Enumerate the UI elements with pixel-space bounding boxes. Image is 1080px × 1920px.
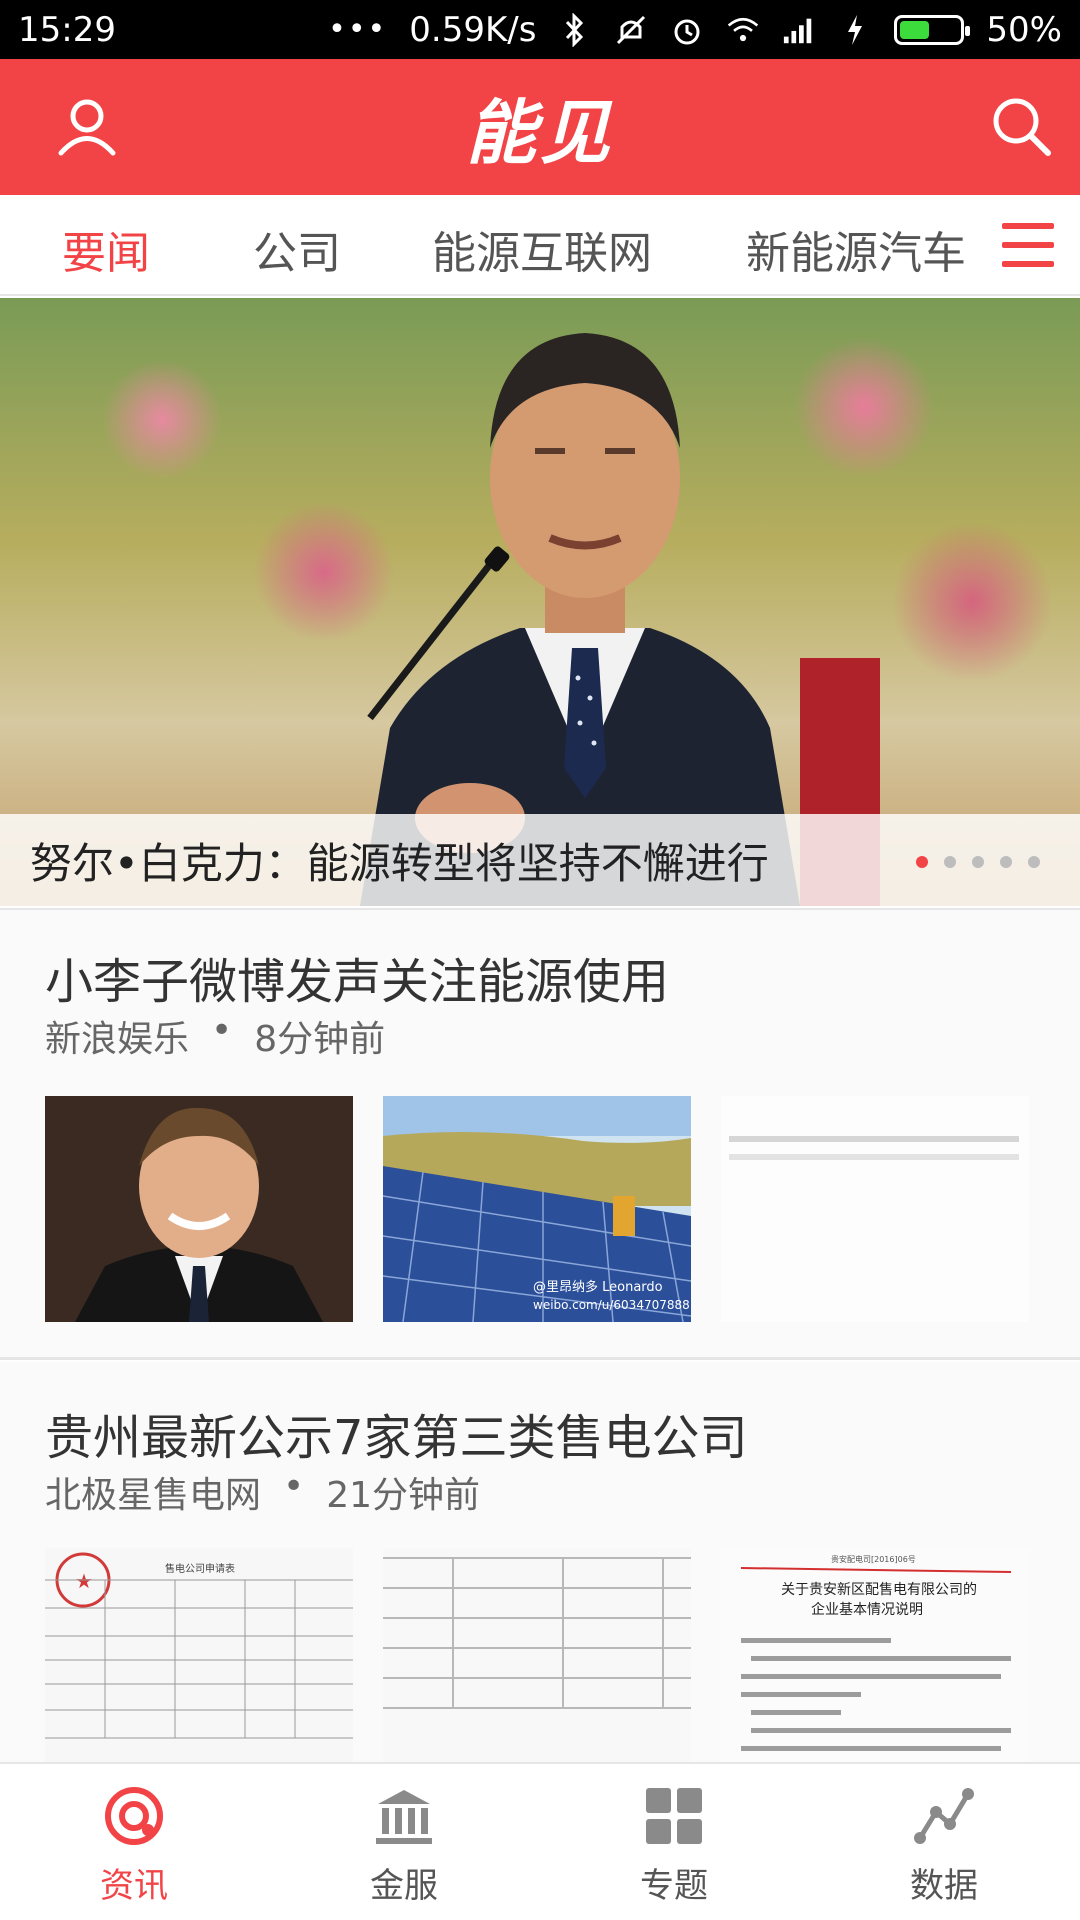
search-button[interactable]: [986, 91, 1056, 161]
tab-company[interactable]: 公司: [253, 217, 341, 281]
search-icon: [993, 98, 1051, 156]
nav-label: 数据: [910, 1866, 978, 1906]
portrait-photo: [45, 1096, 353, 1322]
app-logo: 能见: [466, 91, 614, 174]
category-tabs: 要闻 公司 能源互联网 新能源汽车: [0, 195, 1080, 296]
news-time: 8分钟前: [254, 1019, 386, 1060]
news-title[interactable]: 小李子微博发声关注能源使用: [45, 942, 669, 1012]
status-time: 15:29: [18, 9, 116, 50]
table-document-photo: [383, 1548, 691, 1774]
bluetooth-icon: [558, 12, 592, 47]
alarm-icon: [670, 13, 704, 47]
more-dots: •••: [328, 12, 388, 47]
form-heading: 售电公司申请表: [165, 1562, 235, 1575]
meta-separator: •: [283, 1466, 305, 1507]
carousel-dot: [972, 856, 984, 868]
mute-icon: [614, 13, 648, 47]
nav-finance[interactable]: 金服: [324, 1784, 484, 1914]
hamburger-menu-icon[interactable]: [1002, 219, 1054, 271]
letter-number: 贵安配电司[2016]06号: [831, 1554, 916, 1564]
news-source: 北极星售电网: [45, 1475, 262, 1516]
news-feed-icon: [105, 1787, 163, 1845]
nav-label: 资讯: [100, 1866, 168, 1906]
nav-news[interactable]: 资讯: [54, 1784, 214, 1914]
news-meta: 北极星售电网 • 21分钟前: [45, 1466, 480, 1518]
solar-panel-photo: @里昂纳多 Leonardo weibo.com/u/6034707888: [383, 1096, 691, 1322]
svg-text:★: ★: [75, 1569, 93, 1593]
charging-icon: [838, 13, 872, 47]
wifi-icon: [726, 13, 760, 47]
carousel-indicator: [916, 856, 1040, 868]
nav-data[interactable]: 数据: [864, 1784, 1024, 1914]
bottom-navigation: 资讯 金服 专题 数据: [0, 1762, 1080, 1920]
text-document-photo: [721, 1096, 1029, 1322]
nav-label: 金服: [370, 1866, 438, 1906]
carousel-dot: [1028, 856, 1040, 868]
hero-caption: 努尔•白克力：能源转型将坚持不懈进行: [30, 838, 769, 888]
user-icon: [58, 99, 116, 156]
tab-headlines[interactable]: 要闻: [62, 217, 150, 281]
svg-text:@里昂纳多 Leonardo: @里昂纳多 Leonardo: [533, 1279, 663, 1295]
news-title[interactable]: 贵州最新公示7家第三类售电公司: [45, 1398, 748, 1468]
letter-title-line2: 企业基本情况说明: [811, 1601, 923, 1618]
app-header: 能见: [0, 59, 1080, 195]
official-letter-photo: 贵安配电司[2016]06号 关于贵安新区配售电有限公司的 企业基本情况说明: [721, 1548, 1029, 1774]
hero-carousel[interactable]: 努尔•白克力：能源转型将坚持不懈进行: [0, 298, 1080, 906]
news-thumbnails: ★ 售电公司申请表 贵安配电司[2016]06号 关于贵安新区配售电有限公司的 …: [45, 1548, 1029, 1774]
svg-text:weibo.com/u/6034707888: weibo.com/u/6034707888: [533, 1298, 690, 1312]
carousel-dot: [916, 856, 928, 868]
application-form-photo: ★ 售电公司申请表: [45, 1548, 353, 1774]
meta-separator: •: [211, 1010, 233, 1051]
letter-title-line1: 关于贵安新区配售电有限公司的: [781, 1582, 977, 1598]
carousel-dot: [1000, 856, 1012, 868]
battery-percent: 50%: [986, 9, 1062, 50]
nav-topics[interactable]: 专题: [594, 1784, 754, 1914]
status-bar: 15:29 ••• 0.59K/s 50%: [0, 0, 1080, 59]
bank-icon: [376, 1790, 432, 1844]
profile-button[interactable]: [52, 91, 122, 161]
nav-label: 专题: [640, 1866, 708, 1906]
tab-energy-internet[interactable]: 能源互联网: [432, 217, 652, 281]
news-time: 21分钟前: [326, 1475, 481, 1516]
news-item[interactable]: 贵州最新公示7家第三类售电公司 北极星售电网 • 21分钟前 ★ 售电公司申请表: [0, 1362, 1080, 1774]
tab-new-energy-vehicles[interactable]: 新能源汽车: [746, 217, 966, 281]
network-speed: 0.59K/s: [409, 9, 537, 50]
news-item[interactable]: 小李子微博发声关注能源使用 新浪娱乐 • 8分钟前 @里昂纳多 Leonardo…: [0, 908, 1080, 1360]
carousel-dot: [944, 856, 956, 868]
news-source: 新浪娱乐: [45, 1019, 190, 1060]
signal-icon: [782, 13, 816, 47]
data-chart-icon: [914, 1788, 974, 1844]
battery-icon: [894, 14, 971, 45]
grid-icon: [646, 1788, 702, 1844]
status-icons: ••• 0.59K/s 50%: [328, 10, 1062, 50]
news-meta: 新浪娱乐 • 8分钟前: [45, 1010, 385, 1062]
news-thumbnails: @里昂纳多 Leonardo weibo.com/u/6034707888: [45, 1096, 1029, 1322]
